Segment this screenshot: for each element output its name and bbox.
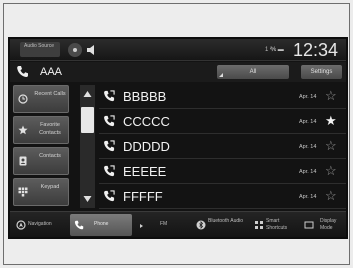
navigation-icon [16, 220, 26, 230]
phone-icon [103, 190, 115, 202]
phone-icon [103, 165, 115, 177]
favorite-star-icon[interactable]: ☆ [325, 139, 337, 153]
star-icon [18, 125, 28, 135]
scroll-thumb[interactable] [81, 107, 94, 133]
tab-label: Display Mode [320, 218, 337, 231]
favorite-star-icon[interactable]: ☆ [325, 189, 337, 203]
sidebar-item-recent-calls[interactable]: Recent Calls [13, 85, 69, 113]
favorite-star-icon[interactable]: ★ [325, 114, 337, 128]
bottom-tab-bar: Navigation Phone FM Bluetooth Audio Smar… [10, 211, 346, 237]
tab-label: Navigation [28, 221, 52, 227]
recent-calls-icon [18, 94, 28, 104]
page-frame: Audio Source 1 ℁ ▬ 12:34 AAA All Setting… [3, 3, 350, 265]
list-item[interactable]: DDDDD Apr. 14 ☆ [99, 135, 346, 159]
list-item[interactable]: EEEEE Apr. 14 ☆ [99, 160, 346, 184]
list-item[interactable]: CCCCC Apr. 14 ★ [99, 110, 346, 134]
phone-icon [103, 90, 115, 102]
scroll-down-icon[interactable] [82, 193, 93, 204]
scroll-up-icon[interactable] [82, 89, 93, 100]
contact-list: BBBBB Apr. 14 ☆ CCCCC Apr. 14 ★ DDDDD Ap… [99, 85, 346, 209]
tab-phone[interactable]: Phone [70, 214, 132, 236]
radio-icon [138, 220, 148, 230]
infotainment-screen: Audio Source 1 ℁ ▬ 12:34 AAA All Setting… [8, 37, 348, 239]
phone-icon [74, 220, 84, 230]
favorite-star-icon[interactable]: ☆ [325, 164, 337, 178]
contact-name: EEEEE [123, 164, 167, 179]
phone-sidebar: Recent Calls Favorite Contacts Contacts … [13, 85, 69, 209]
list-item[interactable]: FFFFF Apr. 14 ☆ [99, 185, 346, 209]
contact-date: Apr. 14 [299, 169, 317, 175]
volume-icon [86, 43, 98, 57]
sidebar-item-label: Contacts [39, 153, 61, 159]
favorite-star-icon[interactable]: ☆ [325, 89, 337, 103]
tab-label: Bluetooth Audio [208, 218, 244, 224]
contacts-icon [18, 156, 28, 166]
phone-icon [103, 140, 115, 152]
audio-source-button[interactable]: Audio Source [20, 42, 60, 57]
tab-label: Smart Shortcuts [266, 218, 288, 231]
shortcuts-icon [254, 220, 264, 230]
phone-icon [103, 115, 115, 127]
contact-name: BBBBB [123, 89, 167, 104]
settings-button[interactable]: Settings [301, 65, 342, 79]
keypad-icon [18, 187, 28, 197]
status-bar: Audio Source 1 ℁ ▬ 12:34 [10, 39, 346, 61]
clock: 12:34 [293, 40, 339, 60]
contact-date: Apr. 14 [299, 144, 317, 150]
sidebar-item-favorite-contacts[interactable]: Favorite Contacts [13, 116, 69, 144]
display-mode-icon [304, 220, 314, 230]
tab-fm[interactable]: FM [134, 214, 188, 236]
signal-indicator: 1 ℁ ▬ [265, 47, 284, 53]
tab-navigation[interactable]: Navigation [12, 214, 66, 236]
sidebar-item-label: Keypad [40, 184, 60, 190]
list-item[interactable]: BBBBB Apr. 14 ☆ [99, 85, 346, 109]
tab-smart-shortcuts[interactable]: Smart Shortcuts [250, 214, 298, 236]
contact-date: Apr. 14 [299, 194, 317, 200]
phone-header: AAA All Settings [10, 62, 346, 82]
list-scrollbar[interactable] [80, 85, 95, 208]
sidebar-item-contacts[interactable]: Contacts [13, 147, 69, 175]
contact-name: FFFFF [123, 189, 163, 204]
sidebar-item-label: Favorite Contacts [39, 122, 61, 136]
contact-date: Apr. 14 [299, 94, 317, 100]
contact-date: Apr. 14 [299, 119, 317, 125]
bluetooth-icon [196, 220, 206, 230]
tab-label: FM [160, 221, 168, 227]
home-icon[interactable] [68, 43, 82, 57]
tab-display-mode[interactable]: Display Mode [300, 214, 344, 236]
sidebar-item-keypad[interactable]: Keypad [13, 178, 69, 206]
contact-name: DDDDD [123, 139, 170, 154]
device-name: AAA [40, 66, 63, 78]
filter-all-button[interactable]: All [217, 65, 289, 79]
phone-icon [16, 65, 29, 78]
tab-bluetooth-audio[interactable]: Bluetooth Audio [192, 214, 246, 236]
contact-name: CCCCC [123, 114, 170, 129]
tab-label: Phone [94, 221, 109, 227]
sidebar-item-label: Recent Calls [34, 91, 66, 97]
